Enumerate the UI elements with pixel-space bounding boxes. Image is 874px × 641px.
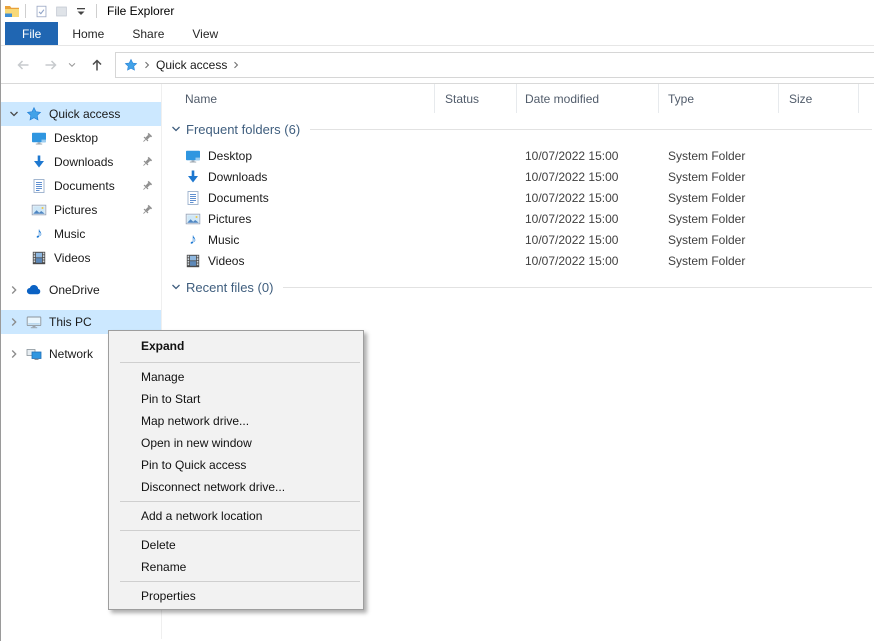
menu-item-open-in-new-window[interactable]: Open in new window [109, 432, 363, 454]
file-row-videos[interactable]: Videos 10/07/2022 15:00 System Folder [162, 250, 874, 271]
music-icon: ♪ [185, 232, 201, 248]
menu-item-disconnect-network-drive[interactable]: Disconnect network drive... [109, 476, 363, 498]
menu-item-map-network-drive[interactable]: Map network drive... [109, 410, 363, 432]
chevron-right-icon[interactable] [8, 284, 20, 296]
app-folder-icon [4, 3, 20, 19]
sidebar-item-quick-access[interactable]: Quick access [1, 102, 161, 126]
file-explorer-window: File Explorer File Home Share View Quick… [0, 0, 874, 641]
quick-access-star-icon [124, 58, 138, 72]
file-row-pictures[interactable]: Pictures 10/07/2022 15:00 System Folder [162, 208, 874, 229]
group-header-line [283, 287, 872, 288]
titlebar: File Explorer [1, 0, 874, 22]
menu-item-add-a-network-location[interactable]: Add a network location [109, 505, 363, 527]
this-pc-icon [26, 314, 42, 330]
menu-separator [120, 501, 360, 502]
tab-home[interactable]: Home [58, 22, 118, 45]
menu-item-delete[interactable]: Delete [109, 534, 363, 556]
chevron-right-icon[interactable] [142, 60, 152, 70]
new-folder-icon[interactable] [51, 2, 71, 20]
desktop-icon [185, 148, 201, 164]
chevron-right-icon[interactable] [8, 316, 20, 328]
context-menu: Expand Manage Pin to Start Map network d… [108, 330, 364, 610]
menu-separator [120, 362, 360, 363]
sidebar-item-downloads[interactable]: Downloads [1, 150, 161, 174]
address-bar[interactable]: Quick access [115, 52, 874, 78]
titlebar-divider [96, 4, 97, 18]
sidebar-item-onedrive[interactable]: OneDrive [1, 278, 161, 302]
column-header-filler [859, 84, 874, 113]
recent-locations-chevron-icon[interactable] [67, 60, 77, 70]
column-header-date-modified[interactable]: Date modified [517, 84, 659, 113]
qat-dropdown-icon[interactable] [71, 2, 91, 20]
downloads-icon [31, 154, 47, 170]
pictures-icon [31, 202, 47, 218]
chevron-right-icon[interactable] [8, 348, 20, 360]
file-row-music[interactable]: ♪Music 10/07/2022 15:00 System Folder [162, 229, 874, 250]
titlebar-divider [25, 4, 26, 18]
desktop-icon [31, 130, 47, 146]
chevron-down-icon[interactable] [170, 281, 182, 293]
breadcrumb-quick-access[interactable]: Quick access [156, 58, 227, 72]
menu-item-manage[interactable]: Manage [109, 366, 363, 388]
sidebar-item-videos[interactable]: Videos [1, 246, 161, 270]
up-icon[interactable] [89, 57, 105, 73]
menu-separator [120, 581, 360, 582]
documents-icon [31, 178, 47, 194]
pin-icon[interactable] [141, 204, 153, 216]
tab-share[interactable]: Share [118, 22, 178, 45]
column-header-size[interactable]: Size [779, 84, 859, 113]
downloads-icon [185, 169, 201, 185]
ribbon-tabs: File Home Share View [1, 22, 874, 46]
menu-item-rename[interactable]: Rename [109, 556, 363, 578]
sidebar-item-desktop[interactable]: Desktop [1, 126, 161, 150]
column-header-type[interactable]: Type [659, 84, 779, 113]
sidebar-item-documents[interactable]: Documents [1, 174, 161, 198]
group-header-recent-files[interactable]: Recent files (0) [162, 275, 874, 299]
menu-item-expand[interactable]: Expand [109, 333, 363, 359]
column-header-status[interactable]: Status [435, 84, 517, 113]
group-header-line [310, 129, 872, 130]
forward-icon[interactable] [43, 57, 59, 73]
quick-access-star-icon [26, 106, 42, 122]
tab-file[interactable]: File [5, 22, 58, 45]
column-header-name[interactable]: Name [162, 84, 435, 113]
network-icon [26, 346, 42, 362]
onedrive-cloud-icon [26, 282, 42, 298]
sidebar-item-pictures[interactable]: Pictures [1, 198, 161, 222]
chevron-down-icon[interactable] [8, 108, 20, 120]
file-row-documents[interactable]: Documents 10/07/2022 15:00 System Folder [162, 187, 874, 208]
window-title: File Explorer [107, 4, 174, 18]
pin-icon[interactable] [141, 180, 153, 192]
chevron-down-icon[interactable] [170, 123, 182, 135]
sidebar-group-gap [1, 302, 161, 310]
menu-item-pin-to-quick-access[interactable]: Pin to Quick access [109, 454, 363, 476]
tab-view[interactable]: View [178, 22, 232, 45]
pin-icon[interactable] [141, 156, 153, 168]
menu-item-properties[interactable]: Properties [109, 585, 363, 607]
column-headers: Name Status Date modified Type Size [162, 84, 874, 113]
navigation-bar: Quick access [1, 46, 874, 84]
pictures-icon [185, 211, 201, 227]
documents-icon [185, 190, 201, 206]
properties-icon[interactable] [31, 2, 51, 20]
pin-icon[interactable] [141, 132, 153, 144]
videos-icon [31, 250, 47, 266]
videos-icon [185, 253, 201, 269]
sidebar-item-music[interactable]: ♪ Music [1, 222, 161, 246]
file-row-desktop[interactable]: Desktop 10/07/2022 15:00 System Folder [162, 145, 874, 166]
music-icon: ♪ [31, 226, 47, 242]
sidebar-group-gap [1, 270, 161, 278]
menu-item-pin-to-start[interactable]: Pin to Start [109, 388, 363, 410]
chevron-right-icon[interactable] [231, 60, 241, 70]
group-header-frequent-folders[interactable]: Frequent folders (6) [162, 117, 874, 141]
menu-separator [120, 530, 360, 531]
back-icon[interactable] [15, 57, 31, 73]
file-row-downloads[interactable]: Downloads 10/07/2022 15:00 System Folder [162, 166, 874, 187]
